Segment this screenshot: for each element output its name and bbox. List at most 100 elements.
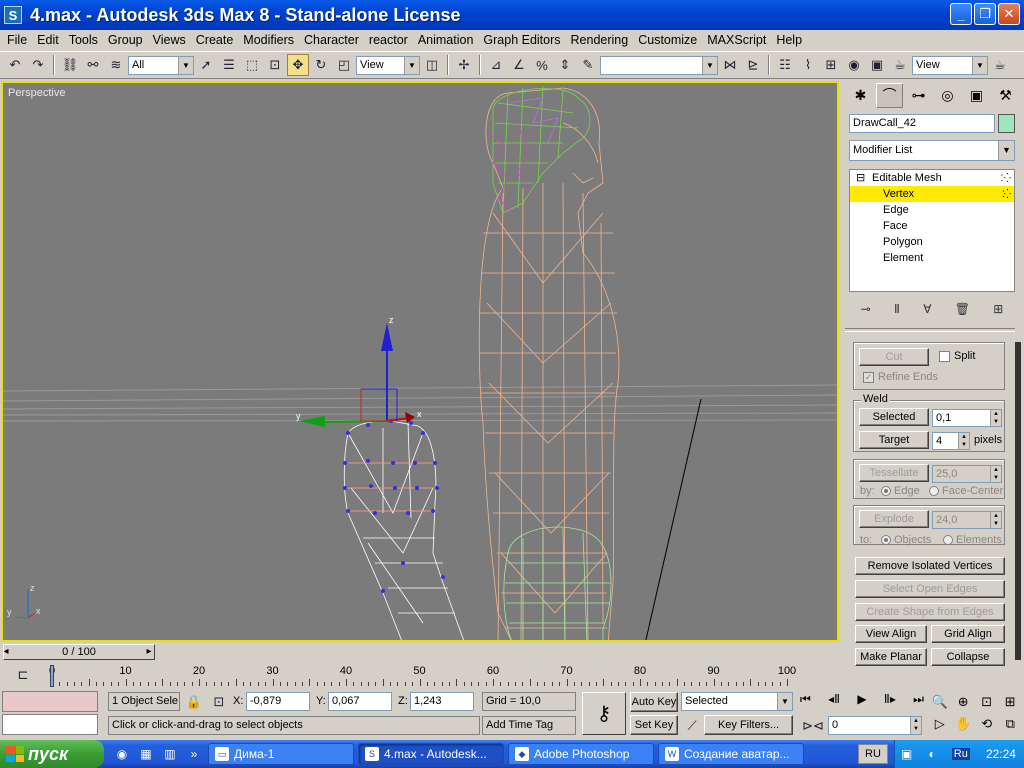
menu-edit[interactable]: Edit	[32, 33, 64, 47]
quicklaunch-opera-icon[interactable]: ◉	[112, 744, 132, 764]
menu-rendering[interactable]: Rendering	[566, 33, 634, 47]
quicklaunch-more-icon[interactable]: »	[184, 744, 204, 764]
weld-target-button[interactable]: Target	[859, 431, 929, 449]
weld-selected-button[interactable]: Selected	[859, 408, 929, 426]
menu-character[interactable]: Character	[299, 33, 364, 47]
select-move-icon[interactable]: ✥	[287, 54, 309, 76]
remove-modifier-icon[interactable]: 🗑	[955, 302, 970, 316]
language-bar[interactable]: RU	[858, 744, 888, 764]
task-folder-dima[interactable]: ▭ Дима-1	[208, 743, 354, 765]
selection-lock-icon[interactable]: 🔒	[183, 691, 205, 713]
maxscript-input-mini[interactable]	[2, 714, 98, 735]
task-3dsmax[interactable]: S 4.max - Autodesk...	[358, 743, 504, 765]
make-unique-icon[interactable]: ∀	[923, 302, 931, 316]
quicklaunch-media-icon[interactable]: ▦	[136, 744, 156, 764]
task-word-document[interactable]: W Создание аватар...	[658, 743, 804, 765]
explode-button[interactable]: Explode	[859, 510, 929, 528]
modifier-list-dropdown[interactable]: Modifier List ▼	[849, 140, 1015, 161]
split-checkbox[interactable]: Split	[939, 350, 975, 362]
pivot-center-icon[interactable]: ◫	[421, 54, 443, 76]
quick-render-icon[interactable]: ☕	[889, 54, 911, 76]
select-by-name-icon[interactable]: ☰	[218, 54, 240, 76]
render-last-icon[interactable]: ☕	[989, 54, 1011, 76]
auto-key-button[interactable]: Auto Key	[630, 692, 678, 712]
x-coordinate-field[interactable]: -0,879	[246, 692, 310, 711]
tray-volume-icon[interactable]: ◐	[928, 747, 935, 761]
configure-modifier-sets-icon[interactable]: ⊞	[993, 302, 1003, 316]
time-slider-next-icon[interactable]: ▸	[142, 644, 156, 660]
select-link-icon[interactable]: ⛓	[59, 54, 81, 76]
create-tab-icon[interactable]: ✱	[847, 83, 874, 108]
modify-tab-icon[interactable]: ⌒	[876, 82, 903, 108]
set-key-icon[interactable]: ⚷	[582, 692, 626, 735]
field-of-view-icon[interactable]: ▷	[928, 716, 952, 732]
maxscript-listener-mini[interactable]	[2, 691, 98, 712]
menu-create[interactable]: Create	[191, 33, 239, 47]
undo-icon[interactable]: ↶	[4, 54, 26, 76]
key-filters-button[interactable]: Key Filters...	[704, 715, 793, 735]
z-coordinate-field[interactable]: 1,243	[410, 692, 474, 711]
menu-graph-editors[interactable]: Graph Editors	[478, 33, 565, 47]
absolute-mode-icon[interactable]: ⊡	[208, 691, 230, 713]
select-scale-icon[interactable]: ◰	[333, 54, 355, 76]
add-time-tag-button[interactable]: Add Time Tag	[482, 716, 576, 735]
rect-selection-icon[interactable]: ⬚	[241, 54, 263, 76]
menu-tools[interactable]: Tools	[64, 33, 103, 47]
start-button[interactable]: пуск	[0, 740, 104, 768]
stack-item-editable-mesh[interactable]: Editable Mesh⁚ ⁛	[850, 170, 1014, 186]
tessellate-edge-radio[interactable]: Edge	[881, 485, 920, 497]
display-tab-icon[interactable]: ▣	[963, 83, 990, 108]
create-shape-from-edges-button[interactable]: Create Shape from Edges	[855, 603, 1005, 621]
make-planar-button[interactable]: Make Planar	[855, 648, 927, 666]
zoom-extents-all-icon[interactable]: ⊞	[999, 694, 1023, 710]
hierarchy-tab-icon[interactable]: ⊶	[905, 83, 932, 108]
time-slider-thumb[interactable]: 0 / 100	[3, 644, 155, 660]
quicklaunch-app-icon[interactable]: ▥	[160, 744, 180, 764]
view-align-button[interactable]: View Align	[855, 625, 927, 643]
render-scene-icon[interactable]: ▣	[866, 54, 888, 76]
show-end-result-icon[interactable]: Ⅱ	[894, 302, 900, 316]
zoom-all-icon[interactable]: ⊕	[952, 694, 976, 710]
default-tangent-icon[interactable]: ⟋	[681, 715, 703, 737]
perspective-viewport[interactable]: z x y z x y Perspective	[1, 81, 839, 642]
set-key-button[interactable]: Set Key	[630, 715, 678, 735]
zoom-extents-icon[interactable]: ⊡	[975, 694, 999, 710]
select-object-icon[interactable]: ➚	[195, 54, 217, 76]
object-name-field[interactable]: DrawCall_42	[849, 114, 995, 133]
go-to-start-icon[interactable]: ⏮	[800, 692, 811, 712]
select-open-edges-button[interactable]: Select Open Edges	[855, 580, 1005, 598]
viewport-label[interactable]: Perspective	[8, 87, 65, 99]
previous-frame-icon[interactable]: ◂Ⅱ	[828, 692, 840, 712]
3dsmax-app-icon[interactable]: S	[4, 6, 22, 24]
select-rotate-icon[interactable]: ↻	[310, 54, 332, 76]
edit-named-selection-icon[interactable]: ✎	[577, 54, 599, 76]
weld-threshold-spinner[interactable]: 0,1 ▲ ▼	[932, 409, 1002, 427]
snaps-toggle-icon[interactable]: ⊿	[485, 54, 507, 76]
motion-tab-icon[interactable]: ◎	[934, 83, 961, 108]
stack-item-polygon[interactable]: Polygon	[850, 234, 1014, 250]
object-color-swatch[interactable]	[998, 114, 1015, 133]
cut-button[interactable]: Cut	[859, 348, 929, 366]
key-mode-select[interactable]: Selected ▼	[681, 692, 793, 711]
tessellate-button[interactable]: Tessellate	[859, 464, 929, 482]
maximize-viewport-icon[interactable]: ⧉	[999, 716, 1023, 732]
menu-file[interactable]: File	[2, 33, 32, 47]
unlink-icon[interactable]: ⚯	[82, 54, 104, 76]
menu-reactor[interactable]: reactor	[364, 33, 413, 47]
mirror-icon[interactable]: ⋈	[719, 54, 741, 76]
reference-coordinate-select[interactable]: View ▼	[356, 55, 420, 75]
layer-manager-icon[interactable]: ☷	[774, 54, 796, 76]
mini-curve-editor-icon[interactable]: ⊏	[12, 664, 34, 686]
go-to-end-icon[interactable]: ⏭	[913, 692, 924, 712]
bind-space-warp-icon[interactable]: ≋	[105, 54, 127, 76]
explode-angle-spinner[interactable]: 24,0 ▲ ▼	[932, 511, 1002, 529]
tray-language-icon[interactable]: Ru	[951, 748, 970, 760]
weld-pixels-spinner[interactable]: 4 ▲ ▼	[932, 432, 970, 450]
track-bar[interactable]: ⊏ 0 10 20 30 40 50 60 70 80 90 100	[0, 662, 840, 688]
grid-align-button[interactable]: Grid Align	[931, 625, 1005, 643]
key-mode-toggle-icon[interactable]: ⊳⊲	[802, 715, 824, 737]
tray-network-icon[interactable]: ▣	[901, 747, 912, 761]
menu-maxscript[interactable]: MAXScript	[702, 33, 771, 47]
window-crossing-icon[interactable]: ⊡	[264, 54, 286, 76]
angle-snap-icon[interactable]: ∠	[508, 54, 530, 76]
